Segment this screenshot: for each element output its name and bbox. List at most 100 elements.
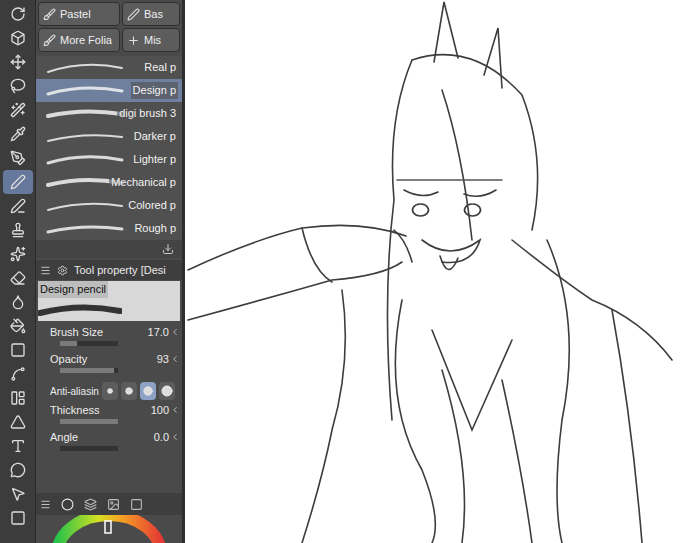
color-slider-icon[interactable] (130, 498, 143, 511)
stroke-preview-icon (44, 104, 124, 124)
brush-icon (10, 198, 26, 214)
tool-button[interactable] (3, 482, 33, 506)
ruler-icon (10, 414, 26, 430)
tool-button[interactable] (3, 434, 33, 458)
spin-icon[interactable] (170, 432, 180, 442)
import-icon[interactable] (162, 243, 174, 255)
wand-icon (10, 102, 26, 118)
circle-icon (161, 385, 173, 397)
eyedropper-icon (10, 126, 26, 142)
anti-aliasing-option[interactable] (159, 382, 175, 400)
slider-track[interactable] (60, 419, 118, 424)
brush-group-tab[interactable]: Mis (122, 28, 180, 52)
circle-icon (107, 388, 113, 394)
anti-aliasing-option[interactable] (102, 382, 118, 400)
brush-item[interactable]: Mechanical p (36, 171, 182, 194)
stroke-preview-icon (44, 58, 124, 78)
brush-icon (127, 8, 140, 21)
slider-fill (60, 419, 118, 424)
sparkles-icon (10, 246, 26, 262)
tool-button[interactable] (3, 458, 33, 482)
color-wheel-icon (49, 515, 169, 543)
tool-button[interactable] (3, 122, 33, 146)
blend-icon (10, 294, 26, 310)
tool-button[interactable] (3, 170, 33, 194)
tool-button[interactable] (3, 146, 33, 170)
brush-group-tab[interactable]: Pastel (38, 2, 120, 26)
tool-button[interactable] (3, 26, 33, 50)
select-icon (10, 486, 26, 502)
brush-groups: PastelBasMore FoliaMis (36, 0, 182, 54)
tool-button[interactable] (3, 242, 33, 266)
tool-button[interactable] (3, 194, 33, 218)
spin-icon[interactable] (170, 327, 180, 337)
brush-icon (43, 34, 56, 47)
spin-icon[interactable] (170, 354, 180, 364)
app: PastelBasMore FoliaMisReal pDesign pdigi… (0, 0, 680, 543)
slider-track[interactable] (60, 341, 118, 346)
property-row[interactable]: Opacity93 (36, 352, 182, 379)
color-set-icon[interactable] (84, 498, 97, 511)
canvas[interactable] (185, 0, 680, 543)
tool-button[interactable] (3, 2, 33, 26)
color-history-icon[interactable] (107, 498, 120, 511)
slider-track[interactable] (60, 446, 118, 451)
anti-aliasing-row: Anti-aliasin (36, 379, 182, 403)
brush-item[interactable]: digi brush 3 (36, 102, 182, 125)
color-wheel-icon[interactable] (61, 498, 74, 511)
move-icon (10, 54, 26, 70)
pencil-icon (10, 174, 26, 190)
tool-button[interactable] (3, 386, 33, 410)
tool-button[interactable] (3, 266, 33, 290)
brush-item[interactable]: Colored p (36, 194, 182, 217)
sketch-icon (185, 0, 680, 543)
sub-tool-panel: PastelBasMore FoliaMisReal pDesign pdigi… (36, 0, 182, 543)
brush-icon (127, 34, 140, 47)
tool-button[interactable] (3, 314, 33, 338)
circle-icon (125, 387, 133, 395)
tool-button[interactable] (3, 506, 33, 530)
brush-group-tab[interactable]: Bas (122, 2, 180, 26)
tool-button[interactable] (3, 362, 33, 386)
brush-list-footer (36, 240, 182, 258)
slider-fill (60, 341, 77, 346)
slider-track[interactable] (60, 368, 118, 373)
stroke-preview-icon (44, 219, 124, 239)
brush-preview: Design pencil (38, 281, 180, 321)
menu-icon[interactable] (40, 499, 51, 510)
property-row[interactable]: Brush Size17.0 (36, 325, 182, 352)
tool-button[interactable] (3, 338, 33, 362)
tool-button[interactable] (3, 74, 33, 98)
brush-icon (43, 8, 56, 21)
stroke-preview-icon (44, 150, 124, 170)
tool-button[interactable] (3, 218, 33, 242)
anti-aliasing-option[interactable] (121, 382, 137, 400)
brush-item[interactable]: Design p (36, 79, 182, 102)
tool-icon (57, 265, 68, 276)
brush-group-tab[interactable]: More Folia (38, 28, 120, 52)
text-icon (10, 438, 26, 454)
tool-button[interactable] (3, 290, 33, 314)
tool-button[interactable] (3, 410, 33, 434)
brush-item[interactable]: Rough p (36, 217, 182, 240)
color-icon (10, 510, 26, 526)
pen-icon (10, 150, 26, 166)
panel-tabs (36, 493, 182, 515)
gradient-icon (10, 342, 26, 358)
tool-button[interactable] (3, 50, 33, 74)
brush-item[interactable]: Real p (36, 56, 182, 79)
property-row[interactable]: Thickness100 (36, 403, 182, 430)
brush-item[interactable]: Lighter p (36, 148, 182, 171)
anti-aliasing-option[interactable] (140, 382, 156, 400)
stamp-icon (10, 222, 26, 238)
properties: Brush Size17.0Opacity93Anti-aliasinThick… (36, 321, 182, 457)
menu-icon[interactable] (40, 265, 51, 276)
tool-button[interactable] (3, 98, 33, 122)
brush-item[interactable]: Darker p (36, 125, 182, 148)
balloon-icon (10, 462, 26, 478)
spin-icon[interactable] (170, 405, 180, 415)
property-row[interactable]: Angle0.0 (36, 430, 182, 457)
color-wheel[interactable] (36, 515, 182, 543)
stroke-preview-icon (44, 196, 124, 216)
cube-icon (10, 30, 26, 46)
